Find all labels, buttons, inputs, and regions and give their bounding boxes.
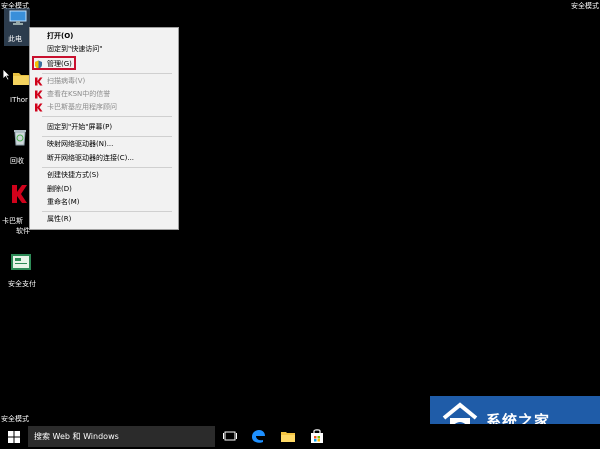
folder-icon xyxy=(13,73,29,85)
safe-payment-icon xyxy=(11,254,31,270)
menu-item-pin-start[interactable]: 固定到"开始"屏幕(P) xyxy=(30,121,178,134)
desktop-icon-label-line2: 软件 xyxy=(16,227,30,235)
file-explorer-icon[interactable] xyxy=(280,428,296,444)
menu-item-scan-virus: 扫描病毒(V) xyxy=(30,75,178,88)
safe-mode-label-bottom-left: 安全模式 xyxy=(1,415,29,423)
safe-mode-label-top-right: 安全模式 xyxy=(571,2,599,10)
menu-item-map-network-drive[interactable]: 映射网络驱动器(N)... xyxy=(30,138,178,151)
menu-item-pin-quick-access[interactable]: 固定到"快速访问" xyxy=(30,43,178,56)
menu-item-disconnect-network-drive[interactable]: 断开网络驱动器的连接(C)... xyxy=(30,152,178,165)
menu-item-kaspersky-advisor: 卡巴斯基应用程序顾问 xyxy=(30,101,178,114)
menu-item-delete[interactable]: 删除(D) xyxy=(30,183,178,196)
menu-item-open[interactable]: 打开(O) xyxy=(30,30,178,43)
computer-icon xyxy=(9,10,27,25)
menu-item-properties[interactable]: 属性(R) xyxy=(30,213,178,226)
menu-item-rename[interactable]: 重命名(M) xyxy=(30,196,178,209)
task-view-icon[interactable] xyxy=(222,428,238,444)
manage-highlight-box xyxy=(32,56,76,70)
menu-separator xyxy=(42,73,172,74)
desktop-icon-label: 卡巴斯 xyxy=(2,217,23,225)
desktop-icon-label: 安全支付 xyxy=(8,280,36,288)
menu-item-label: 扫描病毒(V) xyxy=(47,77,86,85)
start-button[interactable] xyxy=(0,424,28,449)
recycle-bin-icon xyxy=(14,130,26,146)
kaspersky-icon xyxy=(12,185,27,203)
kaspersky-icon xyxy=(35,103,43,112)
kaspersky-icon xyxy=(35,90,43,99)
desktop-icon-label: 回收 xyxy=(10,157,24,165)
edge-icon[interactable] xyxy=(250,428,266,444)
menu-separator xyxy=(42,136,172,137)
menu-separator xyxy=(42,116,172,117)
menu-separator xyxy=(42,167,172,168)
menu-item-ksn-reputation: 查看在KSN中的信誉 xyxy=(30,88,178,101)
search-input[interactable]: 搜索 Web 和 Windows xyxy=(28,426,215,447)
windows-logo-icon xyxy=(8,431,20,443)
context-menu: 打开(O) 固定到"快速访问" 管理(G) 扫描病毒(V) 查看在KSN中的信誉… xyxy=(29,27,179,230)
taskbar: 搜索 Web 和 Windows xyxy=(0,424,600,449)
menu-item-create-shortcut[interactable]: 创建快捷方式(S) xyxy=(30,169,178,182)
kaspersky-icon xyxy=(35,77,43,86)
desktop-icon-label: IThor xyxy=(10,96,28,104)
menu-separator xyxy=(42,211,172,212)
store-icon[interactable] xyxy=(309,428,325,444)
desktop-icon-label: 此电 xyxy=(8,35,22,43)
desktop-icon-safe-payment[interactable]: 安全支付 xyxy=(4,252,38,288)
menu-item-label: 卡巴斯基应用程序顾问 xyxy=(47,103,117,111)
menu-item-label: 查看在KSN中的信誉 xyxy=(47,90,111,98)
